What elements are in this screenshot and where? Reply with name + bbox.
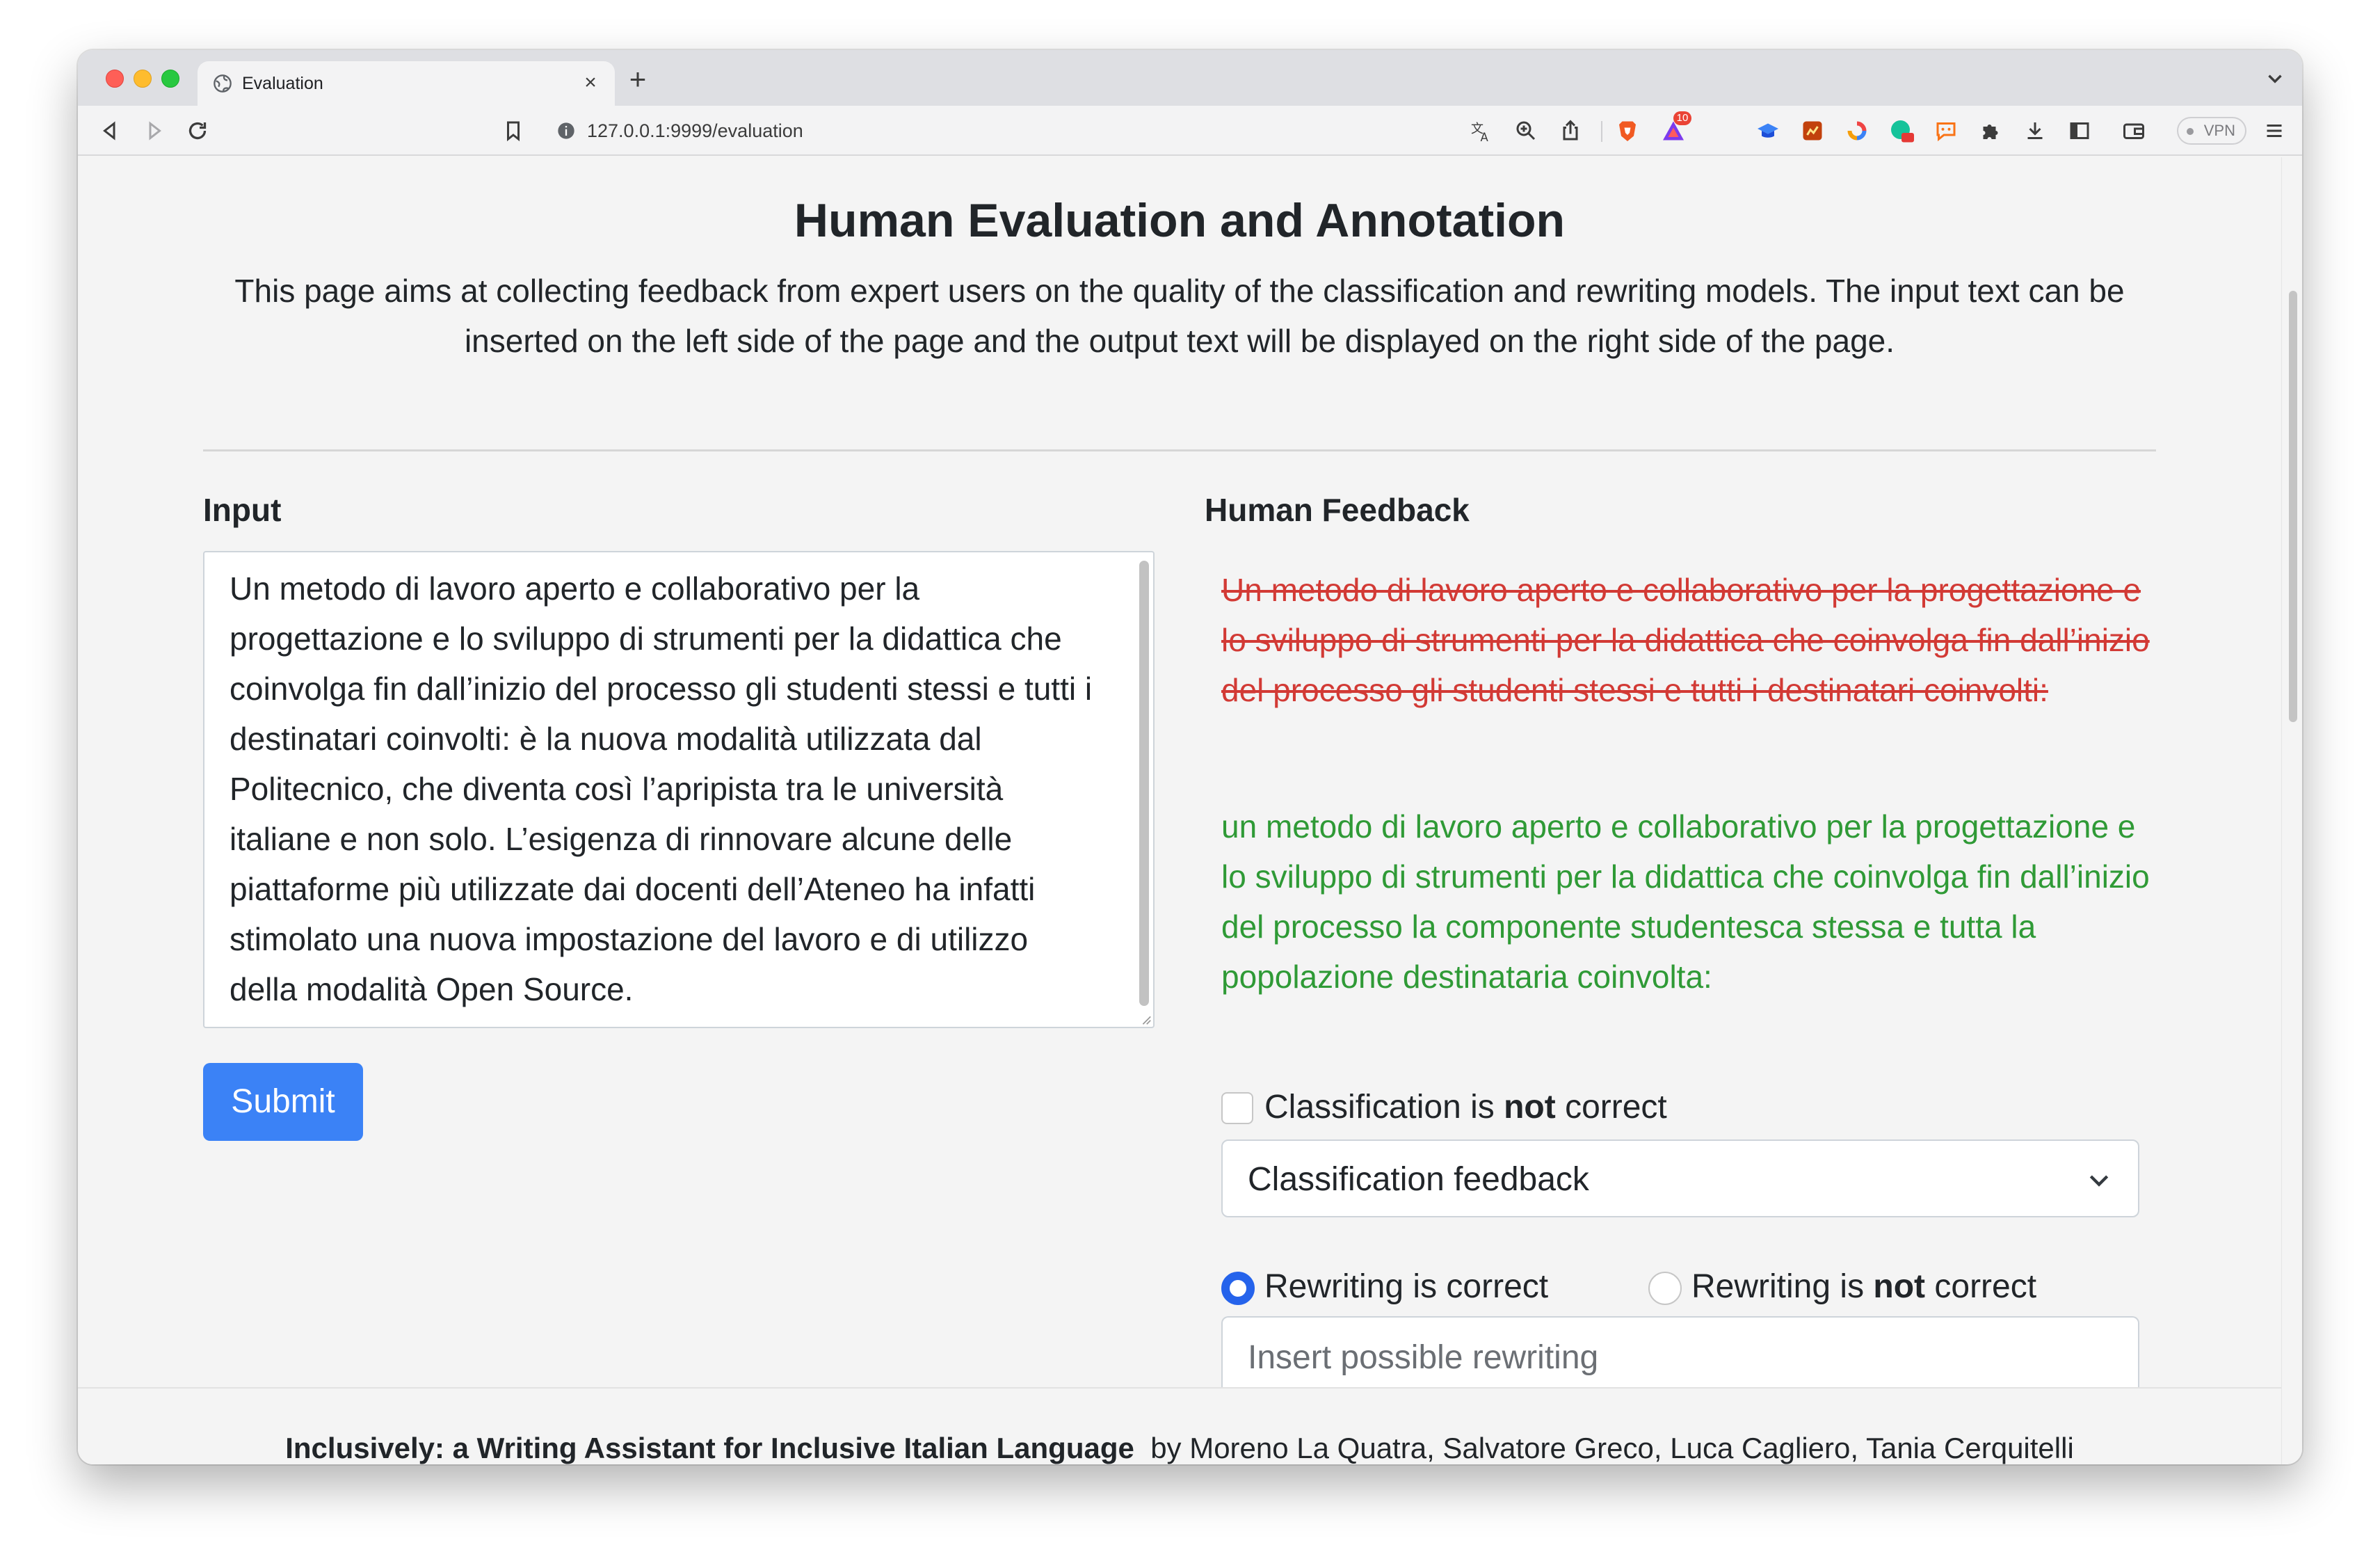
info-icon[interactable] <box>556 121 576 141</box>
translate-button[interactable]: 文A <box>1469 118 1494 144</box>
share-icon <box>1563 120 1578 141</box>
grammarly-icon <box>1891 120 1914 143</box>
footer-text: Inclusively: a Writing Assistant for Inc… <box>78 1432 2281 1464</box>
sidebar-button[interactable] <box>2067 118 2092 143</box>
extension-button[interactable] <box>1755 118 1780 143</box>
bookmark-icon <box>507 121 520 142</box>
window-maximize-button[interactable] <box>161 70 179 88</box>
download-icon <box>2027 122 2043 139</box>
classification-feedback-select[interactable]: Classification feedback <box>1221 1139 2139 1217</box>
wallet-button[interactable] <box>2121 118 2146 143</box>
vpn-label: VPN <box>2203 122 2235 139</box>
input-text: Un metodo di lavoro aperto e collaborati… <box>230 570 1093 1007</box>
toolbar-divider <box>1601 121 1602 142</box>
downloads-button[interactable] <box>2023 118 2048 143</box>
page-description: This page aims at collecting feedback fr… <box>234 273 2125 359</box>
translate-icon: 文A <box>1471 122 1489 144</box>
chevron-down-icon <box>2089 1175 2109 1187</box>
extension-button[interactable] <box>1844 118 1870 143</box>
tab-strip: Evaluation × + <box>78 50 2302 106</box>
chevron-down-icon[interactable] <box>2263 67 2287 90</box>
rewriting-correct-radio[interactable] <box>1221 1272 1255 1305</box>
zoom-button[interactable] <box>1513 118 1538 143</box>
page-content: Human Evaluation and Annotation This pag… <box>78 157 2281 1464</box>
hamburger-menu-icon <box>2267 125 2282 137</box>
extension-button[interactable] <box>1933 118 1959 143</box>
vpn-status-dot <box>2187 128 2194 135</box>
lion-shield-icon <box>1619 121 1636 141</box>
rewards-badge: 10 <box>1673 111 1691 125</box>
extension-button[interactable] <box>1889 118 1914 143</box>
footer-title: Inclusively: a Writing Assistant for Inc… <box>285 1432 1134 1464</box>
zoom-icon <box>1516 121 1536 141</box>
bookmark-button[interactable] <box>501 118 526 143</box>
input-heading: Input <box>203 492 282 528</box>
divider <box>203 449 2156 451</box>
new-tab-button[interactable]: + <box>622 64 654 96</box>
tab-close-icon[interactable]: × <box>579 71 602 95</box>
page-title: Human Evaluation and Annotation <box>794 194 1566 247</box>
puzzle-icon <box>1983 125 1998 139</box>
extension-button[interactable] <box>1800 118 1825 143</box>
vpn-button[interactable]: VPN <box>2177 117 2246 145</box>
browser-toolbar: 127.0.0.1:9999/evaluation 文A 10 VPN <box>78 106 2302 156</box>
classification-checkbox-label: Classification is not correct <box>1264 1089 1667 1126</box>
wallet-icon <box>2123 123 2144 139</box>
footer-authors: by Moreno La Quatra, Salvatore Greco, Lu… <box>1150 1432 2074 1464</box>
reload-icon <box>188 122 207 140</box>
sidebar-icon <box>2070 122 2089 139</box>
textarea-scrollbar[interactable] <box>1139 561 1149 1006</box>
brave-shields-button[interactable] <box>1615 118 1640 143</box>
feedback-heading: Human Feedback <box>1205 492 1470 528</box>
page-scrollbar[interactable] <box>2281 157 2302 1464</box>
rewritten-sentence: un metodo di lavoro aperto e collaborati… <box>1221 808 2150 995</box>
browser-window: Evaluation × + 127.0.0.1:9999/evaluation <box>78 50 2302 1464</box>
svg-text:A: A <box>1481 131 1489 143</box>
select-value: Classification feedback <box>1248 1161 1589 1198</box>
rewriting-incorrect-label: Rewriting is not correct <box>1691 1268 2037 1305</box>
address-bar[interactable]: 127.0.0.1:9999/evaluation 文A 10 <box>467 111 1698 150</box>
footer: Inclusively: a Writing Assistant for Inc… <box>78 1387 2281 1464</box>
notebook-icon <box>1803 121 1822 141</box>
forward-button[interactable] <box>142 118 167 143</box>
submit-button[interactable]: Submit <box>203 1063 363 1141</box>
rewriting-correct-label: Rewriting is correct <box>1264 1268 1549 1305</box>
classification-incorrect-checkbox[interactable] <box>1221 1092 1253 1124</box>
reload-button[interactable] <box>185 118 210 143</box>
url-text: 127.0.0.1:9999/evaluation <box>587 120 803 141</box>
input-textarea[interactable]: Un metodo di lavoro aperto e collaborati… <box>203 551 1155 1028</box>
tab-title: Evaluation <box>242 74 323 93</box>
graduation-cap-icon <box>1758 123 1778 138</box>
scrollbar-thumb[interactable] <box>2289 291 2297 722</box>
extensions-button[interactable] <box>1978 118 2003 143</box>
rewrite-placeholder: Insert possible rewriting <box>1248 1339 1599 1376</box>
spinner-icon <box>1847 121 1867 141</box>
back-icon <box>103 121 115 141</box>
back-button[interactable] <box>97 118 122 143</box>
rewriting-incorrect-radio[interactable] <box>1648 1272 1682 1305</box>
window-minimize-button[interactable] <box>134 70 152 88</box>
browser-tab[interactable]: Evaluation × <box>198 61 615 106</box>
chat-bubble-icon <box>1936 122 1956 142</box>
resize-grip-icon[interactable] <box>1139 1013 1152 1025</box>
globe-icon <box>214 74 232 93</box>
window-close-button[interactable] <box>106 70 124 88</box>
share-button[interactable] <box>1558 118 1583 143</box>
original-sentence: Un metodo di lavoro aperto e collaborati… <box>1221 572 2150 708</box>
forward-icon <box>149 121 161 141</box>
menu-button[interactable] <box>2262 118 2287 143</box>
